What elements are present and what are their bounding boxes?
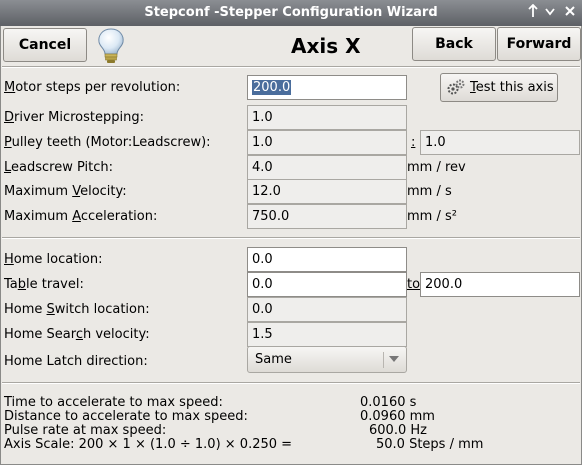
table-travel-label: Table travel: bbox=[4, 277, 84, 292]
home-location-label: Home location: bbox=[4, 252, 103, 267]
combo-divider bbox=[383, 352, 384, 368]
table-travel-to-label: to bbox=[407, 277, 421, 292]
max-acceleration-label: Maximum Acceleration: bbox=[4, 209, 158, 224]
test-axis-button[interactable]: Test this axis bbox=[440, 73, 558, 102]
pitch-unit: mm / rev bbox=[407, 160, 466, 175]
velocity-unit: mm / s bbox=[407, 184, 452, 199]
acceleration-unit: mm / s² bbox=[407, 209, 457, 224]
wizard-window: Cancel Axis X Back Forward Motor steps p… bbox=[0, 26, 582, 465]
pulley-motor-field[interactable]: 1.0 bbox=[247, 130, 407, 155]
motor-steps-label: Motor steps per revolution: bbox=[4, 80, 181, 95]
home-latch-direction-value: Same bbox=[255, 352, 292, 367]
home-location-field[interactable]: 0.0 bbox=[247, 247, 407, 272]
microstepping-label: Driver Microstepping: bbox=[4, 110, 144, 125]
axis-scale-value: 50.0 Steps / mm bbox=[376, 437, 484, 452]
max-acceleration-field[interactable]: 750.0 bbox=[247, 204, 407, 229]
home-latch-direction-label: Home Latch direction: bbox=[4, 354, 148, 369]
window-title: Stepconf -Stepper Configuration Wizard bbox=[144, 5, 438, 20]
leadscrew-pitch-label: Leadscrew Pitch: bbox=[4, 160, 114, 175]
separator bbox=[2, 237, 580, 239]
max-velocity-field[interactable]: 12.0 bbox=[247, 179, 407, 204]
back-button[interactable]: Back bbox=[412, 27, 496, 61]
close-icon[interactable] bbox=[561, 4, 579, 22]
pulley-teeth-label: Pulley teeth (Motor:Leadscrew): bbox=[4, 135, 211, 150]
accel-time-value: 0.0160 s bbox=[360, 395, 417, 410]
max-velocity-label: Maximum Velocity: bbox=[4, 184, 127, 199]
pulse-rate-value: 600.0 Hz bbox=[369, 423, 427, 438]
accel-time-label: Time to accelerate to max speed: bbox=[4, 395, 223, 410]
pulley-leadscrew-field[interactable]: 1.0 bbox=[420, 130, 580, 155]
separator bbox=[2, 382, 580, 384]
separator bbox=[2, 66, 580, 68]
home-switch-location-label: Home Switch location: bbox=[4, 302, 150, 317]
accel-distance-label: Distance to accelerate to max speed: bbox=[4, 409, 248, 424]
leadscrew-pitch-field[interactable]: 4.0 bbox=[247, 155, 407, 180]
lightbulb-icon bbox=[94, 26, 128, 66]
title-bar: Stepconf -Stepper Configuration Wizard bbox=[0, 0, 582, 26]
minimize-icon[interactable] bbox=[541, 4, 559, 22]
home-switch-location-field[interactable]: 0.0 bbox=[247, 297, 407, 322]
axis-scale-label: Axis Scale: 200 × 1 × (1.0 ÷ 1.0) × 0.25… bbox=[4, 437, 293, 452]
pulse-rate-label: Pulse rate at max speed: bbox=[4, 423, 167, 438]
microstepping-field[interactable]: 1.0 bbox=[247, 105, 407, 130]
home-search-velocity-label: Home Search velocity: bbox=[4, 327, 150, 342]
cancel-button[interactable]: Cancel bbox=[3, 28, 87, 62]
table-travel-min-field[interactable]: 0.0 bbox=[247, 272, 407, 297]
pulley-separator: : bbox=[411, 135, 416, 150]
table-travel-max-field[interactable]: 200.0 bbox=[420, 272, 580, 297]
chevron-down-icon bbox=[389, 356, 399, 362]
motor-steps-field[interactable]: 200.0 bbox=[247, 75, 407, 100]
home-latch-direction-select[interactable]: Same bbox=[247, 346, 407, 373]
gears-icon bbox=[446, 78, 466, 108]
accel-distance-value: 0.0960 mm bbox=[360, 409, 435, 424]
pin-icon[interactable] bbox=[524, 3, 542, 22]
page-title: Axis X bbox=[291, 34, 361, 58]
forward-button[interactable]: Forward bbox=[497, 27, 581, 61]
home-search-velocity-field[interactable]: 1.5 bbox=[247, 322, 407, 347]
